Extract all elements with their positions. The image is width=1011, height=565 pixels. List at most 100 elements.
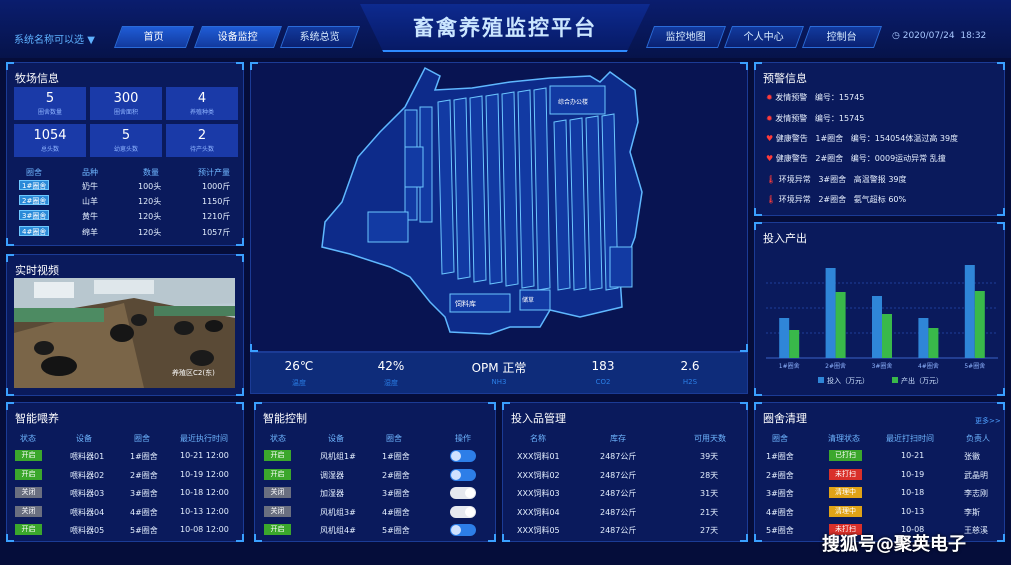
stat-pen-count: 5 圈舍数量: [14, 87, 86, 120]
chevron-down-icon: ▼: [87, 35, 95, 46]
ctrl-device: 风机组4#: [320, 526, 356, 535]
toggle-switch[interactable]: [450, 524, 476, 536]
live-video[interactable]: 养殖区C2(东): [14, 278, 235, 388]
bar: [835, 292, 846, 358]
alert-item[interactable]: 🌡 环境异常 3#圈舍 高温警报 39度: [766, 174, 907, 185]
input-stock: 2487公斤: [600, 526, 637, 535]
more-link[interactable]: 更多>>: [975, 416, 1001, 426]
feed-pen: 2#圈舍: [130, 470, 158, 480]
input-name: XXX饲料05: [517, 526, 560, 535]
sensor-nh3-value: OPM 正常: [471, 361, 527, 375]
page-title: 畜禽养殖监控平台: [360, 4, 650, 52]
ctrl-pen: 5#圈舍: [382, 526, 410, 535]
toggle-knob: [451, 451, 461, 461]
ctrl-pen: 1#圈舍: [382, 452, 410, 461]
alert-item[interactable]: ♥ 健康警告 2#圈舍 编号：0009运动异常 乱撞: [766, 153, 946, 164]
toggle-knob: [451, 469, 461, 480]
system-name-select[interactable]: 系统名称可以选 ▼: [14, 31, 95, 46]
io-bar-chart: 1#圈舍 2#圈舍 3#圈舍 4#圈舍 5#圈舍投入（万元） 产出（万元）: [766, 265, 998, 385]
feed-pen: 1#圈舍: [130, 452, 158, 461]
status-button[interactable]: 关闭: [15, 505, 42, 517]
nav-system-overview[interactable]: 系统总览: [279, 26, 361, 48]
feed-time: 10-19 12:00: [180, 469, 229, 479]
clean-person: 王慈溪: [964, 526, 988, 535]
ctrl-pen: 4#圈舍: [382, 507, 410, 517]
bar: [789, 330, 800, 358]
alert-item[interactable]: 🌡 环境异常 2#圈舍 氨气超标 60%: [766, 194, 906, 205]
nav-device-monitor[interactable]: 设备监控: [193, 26, 283, 48]
feed-col-time: 最近执行时间: [180, 434, 228, 443]
feed-time: 10-21 12:00: [180, 451, 229, 460]
ctrl-col-device: 设备: [328, 434, 344, 443]
alert-item[interactable]: ✹ 发情预警 编号：15745: [766, 113, 864, 124]
feed-pen: 4#圈舍: [130, 507, 158, 517]
legend-swatch: [818, 377, 824, 383]
clean-col-person: 负责人: [966, 434, 990, 443]
feeding-title: 智能喂养: [15, 412, 59, 425]
sensor-nh3-label: NH3: [491, 378, 507, 386]
feed-pen: 3#圈舍: [130, 489, 158, 498]
status-button[interactable]: 关闭: [15, 487, 42, 498]
sensor-humidity-label: 湿度: [384, 379, 398, 387]
clean-pen: 5#圈舍: [766, 526, 794, 535]
input-name: XXX饲料03: [517, 489, 560, 498]
status-button[interactable]: 开启: [264, 524, 291, 535]
input-stock: 2487公斤: [600, 489, 637, 498]
clean-pen: 3#圈舍: [766, 489, 794, 498]
bar: [974, 291, 985, 358]
ctrl-device: 调湿器: [320, 470, 344, 480]
clean-status-tag: 未打扫: [829, 468, 862, 480]
status-button[interactable]: 关闭: [264, 505, 291, 517]
status-button[interactable]: 开启: [15, 468, 42, 480]
x-tick-label: 5#圈舍: [964, 362, 985, 370]
toggle-switch[interactable]: [450, 505, 476, 518]
feed-device: 喂料器04: [70, 507, 105, 517]
system-name-label: 系统名称可以选: [14, 35, 84, 46]
feed-time: 10-18 12:00: [180, 488, 229, 497]
nav-console[interactable]: 控制台: [801, 26, 883, 48]
status-button[interactable]: 关闭: [264, 487, 291, 498]
inp-col-stock: 库存: [610, 434, 626, 443]
toggle-switch[interactable]: [450, 487, 476, 499]
status-button[interactable]: 开启: [264, 468, 291, 480]
feed-time: 10-08 12:00: [180, 525, 229, 534]
clean-time: 10-18: [901, 488, 925, 497]
feed-col-device: 设备: [76, 434, 92, 443]
nav-home[interactable]: 首页: [113, 26, 195, 48]
toggle-switch[interactable]: [450, 450, 476, 462]
clean-person: 武晶明: [964, 470, 988, 480]
sensor-co2-value: 183: [591, 359, 615, 373]
nav-monitor-map[interactable]: 监控地图: [645, 26, 727, 48]
toggle-switch[interactable]: [450, 468, 476, 481]
toggle-knob: [465, 488, 475, 498]
alert-item[interactable]: ✹ 发情预警 编号：15745: [766, 92, 864, 103]
inp-col-days: 可用天数: [694, 434, 726, 443]
ctrl-col-pen: 圈舍: [386, 434, 402, 443]
alerts-title: 预警信息: [763, 72, 807, 85]
clean-col-status: 清理状态: [828, 434, 860, 443]
input-days: 39天: [700, 452, 719, 461]
alert-item[interactable]: ♥ 健康警告 1#圈舍 编号：154054体温过高 39度: [766, 133, 958, 144]
bar: [928, 328, 939, 358]
input-days: 27天: [700, 526, 719, 535]
input-name: XXX饲料04: [517, 507, 560, 517]
status-button[interactable]: 开启: [264, 450, 291, 461]
sensor-temp-label: 温度: [292, 379, 306, 387]
clean-status-tag: 清理中: [829, 487, 862, 498]
feed-device: 喂料器03: [70, 489, 105, 498]
status-button[interactable]: 开启: [15, 450, 42, 461]
stat-species: 4 养殖种类: [166, 87, 238, 120]
feed-time: 10-13 12:00: [180, 506, 229, 516]
clean-pen: 1#圈舍: [766, 452, 794, 461]
clean-time: 10-19: [901, 469, 925, 479]
nav-personal-center[interactable]: 个人中心: [723, 26, 805, 48]
heartbeat-icon: ♥: [766, 134, 774, 143]
header: 系统名称可以选 ▼ 首页 设备监控 系统总览 畜禽养殖监控平台 监控地图 个人中…: [0, 0, 1011, 58]
clean-status-tag: 已打扫: [829, 450, 862, 461]
feed-pen: 5#圈舍: [130, 526, 158, 535]
thermometer-icon: 🌡: [766, 175, 777, 184]
legend-label: 产出（万元）: [901, 376, 943, 385]
farm-map[interactable]: 饲料库 综合办公楼 储草: [250, 62, 748, 352]
sensor-temp-value: 26℃: [284, 359, 314, 373]
status-button[interactable]: 开启: [15, 524, 42, 535]
